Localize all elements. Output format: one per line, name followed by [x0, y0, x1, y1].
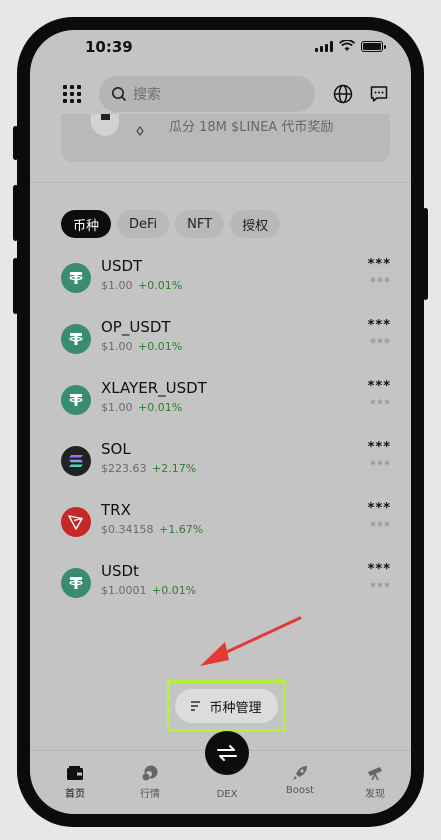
manage-button-highlight: 币种管理 — [167, 680, 286, 732]
tab-label: DEX — [216, 789, 238, 800]
bottom-tab-bar: 首页 行情 DEX Boost 发现 — [30, 731, 411, 814]
dex-swap-button[interactable] — [205, 731, 249, 775]
market-icon — [142, 765, 158, 781]
tab-label: Boost — [285, 785, 315, 796]
tab-label: 发现 — [365, 789, 385, 800]
app-screen: 10:39 搜索 瓜分 18M $LINEA 代币奖励 币种 DeFi NFT … — [30, 30, 411, 814]
list-filter-icon — [191, 701, 201, 711]
tab-label: 首页 — [65, 789, 85, 800]
manage-label: 币种管理 — [209, 700, 262, 716]
tab-label: 行情 — [140, 789, 160, 800]
telescope-icon — [368, 767, 382, 781]
swap-icon — [217, 745, 237, 761]
tab-boost[interactable]: Boost — [275, 765, 325, 796]
wallet-icon — [67, 766, 83, 780]
tab-market[interactable]: 行情 — [125, 765, 175, 800]
tab-dex[interactable]: DEX — [202, 789, 252, 800]
token-manage-button[interactable]: 币种管理 — [175, 689, 278, 723]
rocket-icon — [293, 766, 307, 780]
tab-discover[interactable]: 发现 — [350, 765, 400, 800]
tab-home[interactable]: 首页 — [50, 765, 100, 800]
